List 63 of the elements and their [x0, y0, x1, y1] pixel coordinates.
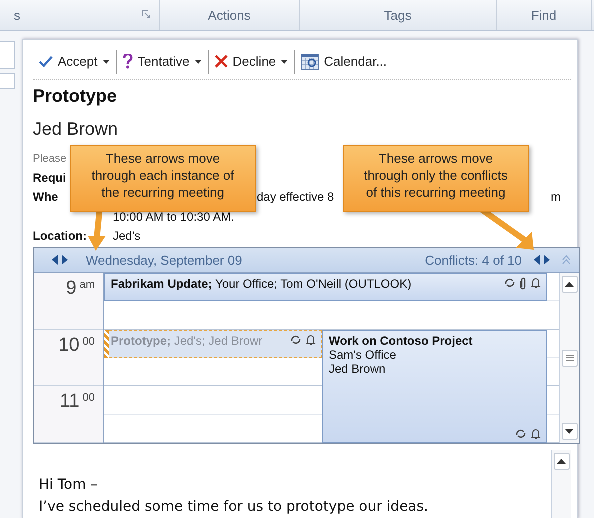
group-label: Tags — [384, 8, 412, 22]
event-detail: Jed Brown — [329, 362, 387, 376]
recurrence-icon — [515, 428, 527, 440]
caret-icon — [102, 60, 110, 64]
field-label: Location: — [33, 228, 88, 243]
down-arrow-icon — [565, 429, 574, 434]
cross-icon — [214, 55, 228, 68]
calendar-icon — [301, 53, 320, 70]
next-icon — [544, 255, 550, 265]
bell-icon — [530, 428, 542, 440]
field-value: 10:00 AM to 10:30 AM. — [113, 210, 234, 224]
toolbar-button[interactable]: Accept — [33, 50, 117, 74]
scroll-up-button[interactable] — [554, 453, 570, 470]
info-text: Please — [33, 152, 67, 168]
bell-icon — [530, 277, 542, 289]
calendar-date: Wednesday, September 09 — [86, 252, 242, 268]
group-label: Find — [531, 8, 557, 22]
grip-icon — [566, 355, 574, 361]
question-mark-icon — [122, 54, 133, 70]
scrollbar[interactable] — [551, 450, 571, 518]
calendar-event[interactable]: Work on Contoso Project Sam's Office Jed Brown — [322, 330, 547, 443]
up-arrow-icon — [565, 282, 574, 287]
instance-nav-arrows[interactable] — [52, 255, 68, 265]
event-summary: Fabrikam Update; Your Office; Tom O'Neill (OUTLOOK) — [111, 277, 413, 291]
hour-label: 10$^{00}$ — [34, 330, 103, 386]
callout-text: These arrows move through only the conflicts of this recurring meeting — [343, 145, 529, 212]
scroll-down-button[interactable] — [562, 423, 578, 440]
toolbar-button[interactable]: Tentative — [116, 50, 209, 74]
toolbar-button[interactable]: Calendar... — [295, 50, 394, 74]
group-label: Actions — [208, 8, 251, 22]
recurrence-icon — [504, 277, 516, 289]
group-label: s — [14, 8, 20, 22]
hour-label: 11$^{00}$ — [34, 386, 103, 444]
message-text: I’ve scheduled some time for us to prototype our ideas. — [39, 498, 430, 517]
up-arrow-icon — [557, 459, 566, 464]
event-detail: Sam's Office — [329, 348, 398, 362]
check-icon — [39, 56, 53, 68]
conflict-nav-arrows[interactable] — [534, 255, 550, 265]
next-icon — [62, 255, 68, 265]
hour-label: 9$^{am}$ — [34, 273, 103, 330]
paperclip-icon — [519, 277, 527, 290]
event-summary: Prototype; Jed's; Jed Browr — [111, 334, 264, 348]
previous-icon — [534, 255, 540, 265]
calendar-event[interactable]: Fabrikam Update; Your Office; Tom O'Neill (OUTLOOK) — [104, 273, 547, 302]
callout-text: These arrows move through each instance of the recurring meeting — [70, 145, 256, 212]
scrollbar[interactable] — [559, 273, 579, 443]
field-value: Jed's — [113, 228, 141, 243]
message-text: Hi Tom – — [39, 476, 99, 495]
scroll-up-button[interactable] — [562, 276, 578, 293]
field-value: m — [551, 190, 561, 204]
sender-name: Jed Brown — [33, 119, 120, 140]
dialog-launcher-icon[interactable] — [142, 10, 151, 19]
event-title: Work on Contoso Project — [329, 334, 474, 348]
recurrence-icon — [290, 334, 302, 346]
bell-icon — [305, 334, 317, 346]
field-value: day effective 8 — [257, 190, 334, 204]
caret-icon — [281, 60, 288, 64]
scroll-thumb[interactable] — [562, 350, 578, 366]
toolbar-button[interactable]: Decline — [208, 50, 296, 74]
meeting-subject: Prototype — [33, 86, 118, 108]
previous-icon — [52, 255, 58, 265]
caret-icon — [194, 60, 202, 64]
conflicts-count: Conflicts: 4 of 10 — [425, 252, 522, 268]
